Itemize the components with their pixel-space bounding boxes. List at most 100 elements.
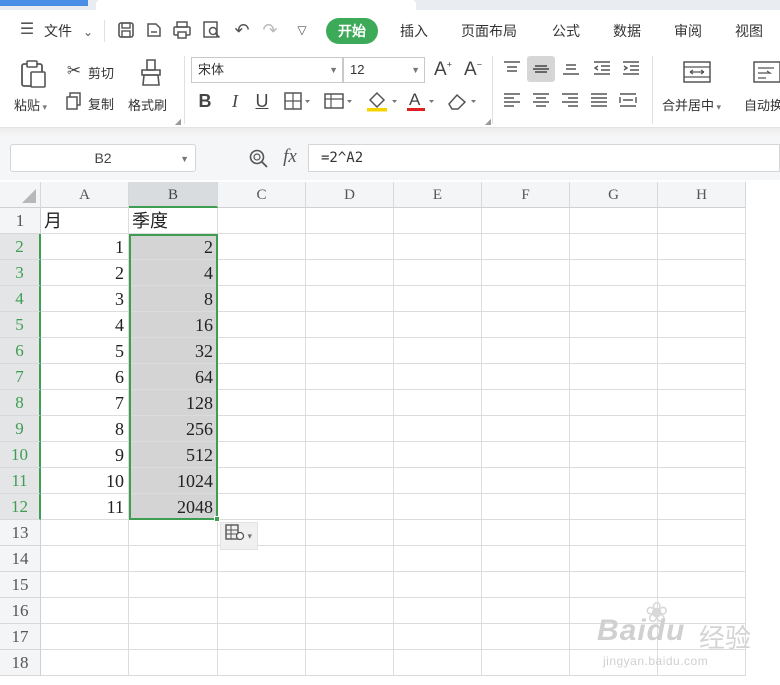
cell-c1[interactable] [218,208,306,234]
cell-a3[interactable]: 2 [41,260,129,286]
active-window-tab[interactable] [0,0,88,6]
cell-b7[interactable]: 64 [129,364,218,390]
cell-f2[interactable] [482,234,570,260]
row-header-2[interactable]: 2 [0,234,41,260]
cell-f6[interactable] [482,338,570,364]
cell-g2[interactable] [570,234,658,260]
cell-b15[interactable] [129,572,218,598]
cell-h6[interactable] [658,338,746,364]
undo-icon[interactable]: ↶ [232,20,252,40]
row-header-1[interactable]: 1 [0,208,41,234]
cell-f1[interactable] [482,208,570,234]
row-header-5[interactable]: 5 [0,312,41,338]
row-header-8[interactable]: 8 [0,390,41,416]
cell-b9[interactable]: 256 [129,416,218,442]
cell-d18[interactable] [306,650,394,676]
cell-c3[interactable] [218,260,306,286]
row-header-13[interactable]: 13 [0,520,41,546]
export-pdf-icon[interactable] [144,21,164,45]
cell-d15[interactable] [306,572,394,598]
cell-c5[interactable] [218,312,306,338]
cell-g12[interactable] [570,494,658,520]
cell-h5[interactable] [658,312,746,338]
cell-h4[interactable] [658,286,746,312]
cell-c18[interactable] [218,650,306,676]
cell-d17[interactable] [306,624,394,650]
cell-a18[interactable] [41,650,129,676]
select-all-corner[interactable] [0,182,41,208]
cell-b8[interactable]: 128 [129,390,218,416]
group-expand-icon[interactable]: ◢ [484,118,492,126]
tab-insert[interactable]: 插入 [400,18,428,44]
cell-g3[interactable] [570,260,658,286]
cell-f7[interactable] [482,364,570,390]
row-header-6[interactable]: 6 [0,338,41,364]
copy-icon[interactable] [64,92,84,114]
cell-e3[interactable] [394,260,482,286]
cell-f4[interactable] [482,286,570,312]
cell-a9[interactable]: 8 [41,416,129,442]
cell-e4[interactable] [394,286,482,312]
cell-d6[interactable] [306,338,394,364]
cell-h13[interactable] [658,520,746,546]
cell-b1[interactable]: 季度 [129,208,218,234]
cell-f8[interactable] [482,390,570,416]
cell-g6[interactable] [570,338,658,364]
cell-d12[interactable] [306,494,394,520]
cell-b5[interactable]: 16 [129,312,218,338]
fill-color-icon[interactable] [365,90,399,116]
cell-c4[interactable] [218,286,306,312]
column-header-h[interactable]: H [658,182,746,208]
cell-f12[interactable] [482,494,570,520]
cell-b2[interactable]: 2 [129,234,218,260]
cell-e5[interactable] [394,312,482,338]
cell-e9[interactable] [394,416,482,442]
italic-icon[interactable]: I [226,92,244,110]
cell-a12[interactable]: 11 [41,494,129,520]
print-icon[interactable] [172,21,192,45]
row-header-12[interactable]: 12 [0,494,41,520]
cell-f18[interactable] [482,650,570,676]
row-header-11[interactable]: 11 [0,468,41,494]
cell-g11[interactable] [570,468,658,494]
clear-format-icon[interactable] [445,90,479,116]
save-icon[interactable] [116,21,136,45]
zoom-search-icon[interactable] [247,148,271,176]
cell-h1[interactable] [658,208,746,234]
align-right-icon[interactable] [559,92,581,112]
cell-h16[interactable] [658,598,746,624]
decrease-font-size-icon[interactable]: A− [462,60,484,79]
chevron-down-icon[interactable]: ⌄ [80,22,96,42]
hamburger-menu-icon[interactable]: ☰ [16,20,38,40]
cell-style-icon[interactable] [323,92,353,114]
row-header-18[interactable]: 18 [0,650,41,676]
scissors-icon[interactable]: ✂ [64,62,84,79]
cell-d11[interactable] [306,468,394,494]
cell-d14[interactable] [306,546,394,572]
cell-a2[interactable]: 1 [41,234,129,260]
format-painter-button[interactable]: 格式刷 [128,95,167,114]
cell-c15[interactable] [218,572,306,598]
cell-a15[interactable] [41,572,129,598]
align-top-icon[interactable] [501,60,523,80]
wrap-text-icon[interactable] [752,60,780,88]
cell-a4[interactable]: 3 [41,286,129,312]
cell-b13[interactable] [129,520,218,546]
cell-a14[interactable] [41,546,129,572]
cell-a11[interactable]: 10 [41,468,129,494]
cell-c16[interactable] [218,598,306,624]
cell-a13[interactable] [41,520,129,546]
cell-e2[interactable] [394,234,482,260]
cell-a1[interactable]: 月 [41,208,129,234]
cell-a6[interactable]: 5 [41,338,129,364]
cell-g15[interactable] [570,572,658,598]
cell-f13[interactable] [482,520,570,546]
cell-d13[interactable] [306,520,394,546]
cell-c11[interactable] [218,468,306,494]
cell-b3[interactable]: 4 [129,260,218,286]
bold-icon[interactable]: B [196,92,214,110]
cell-d10[interactable] [306,442,394,468]
cell-g17[interactable] [570,624,658,650]
tab-view[interactable]: 视图 [735,18,763,44]
cell-b14[interactable] [129,546,218,572]
